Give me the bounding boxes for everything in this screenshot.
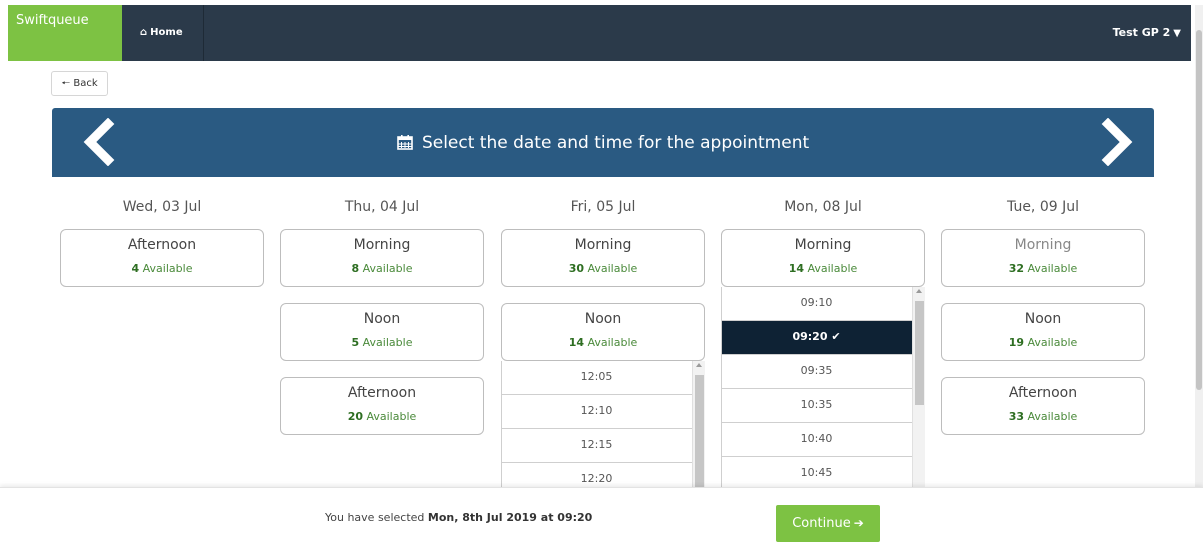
slot-noon[interactable]: Noon 19 Available <box>941 303 1145 361</box>
time-option[interactable]: 12:05 <box>502 361 705 395</box>
page-scrollbar-thumb[interactable] <box>1196 30 1202 390</box>
selection-summary: You have selected Mon, 8th Jul 2019 at 0… <box>325 511 592 524</box>
day-column: Thu, 04 Jul Morning 8 Available Noon 5 A… <box>280 177 484 435</box>
chevron-down-icon: ▼ <box>1173 28 1181 39</box>
scroll-up-arrow-icon[interactable] <box>696 363 702 367</box>
top-navbar: Swiftqueue ⌂ Home Test GP 2 ▼ <box>8 5 1191 61</box>
time-option[interactable]: 12:20 <box>502 463 705 487</box>
slot-name: Morning <box>353 237 411 253</box>
slot-name: Morning <box>574 237 632 253</box>
panel-title-text: Select the date and time for the appoint… <box>421 133 810 153</box>
brand-logo[interactable]: Swiftqueue <box>8 5 122 61</box>
slot-name: Afternoon <box>1008 385 1078 401</box>
home-link[interactable]: ⌂ Home <box>122 5 204 61</box>
chevron-right-icon <box>1101 117 1133 167</box>
slot-availability: 19 Available <box>1008 336 1078 349</box>
slot-name: Morning <box>1014 237 1072 253</box>
slot-noon[interactable]: Noon 5 Available <box>280 303 484 361</box>
slot-afternoon[interactable]: Afternoon 4 Available <box>60 229 264 287</box>
slot-morning[interactable]: Morning 8 Available <box>280 229 484 287</box>
time-list-scrollbar[interactable] <box>912 287 925 487</box>
arrow-left-icon: 🠔 <box>61 78 71 89</box>
time-option[interactable]: 10:40 <box>722 423 925 457</box>
continue-button[interactable]: Continue ➔ <box>776 505 880 542</box>
slot-availability: 14 Available <box>568 336 638 349</box>
slot-morning[interactable]: Morning 32 Available <box>941 229 1145 287</box>
time-list: 09:10 09:20 ✔ 09:35 10:35 10:40 10:45 <box>721 287 925 487</box>
time-option[interactable]: 12:10 <box>502 395 705 429</box>
check-icon: ✔ <box>831 330 841 343</box>
slot-name: Noon <box>1024 311 1062 327</box>
home-icon: ⌂ <box>140 27 148 38</box>
brand-name: Swiftqueue <box>16 13 89 28</box>
slot-name: Afternoon <box>127 237 197 253</box>
slot-morning[interactable]: Morning 14 Available <box>721 229 925 287</box>
panel-title: Select the date and time for the appoint… <box>52 108 1154 178</box>
slot-availability: 8 Available <box>351 262 413 275</box>
page: Swiftqueue ⌂ Home Test GP 2 ▼ 🠔 Back Selec… <box>0 0 1203 555</box>
back-label: Back <box>73 78 98 89</box>
day-column: Tue, 09 Jul Morning 32 Available Noon 19… <box>941 177 1145 435</box>
slot-afternoon[interactable]: Afternoon 20 Available <box>280 377 484 435</box>
time-list-scrollbar-thumb[interactable] <box>915 301 924 405</box>
scroll-up-arrow-icon[interactable] <box>916 289 922 293</box>
selection-prefix: You have selected <box>325 511 425 524</box>
arrow-right-icon: ➔ <box>853 516 864 530</box>
slot-availability: 14 Available <box>788 262 858 275</box>
time-list-scrollbar-thumb[interactable] <box>695 375 704 487</box>
slot-availability: 4 Available <box>131 262 193 275</box>
slot-availability: 5 Available <box>351 336 413 349</box>
day-column: Fri, 05 Jul Morning 30 Available Noon 14… <box>501 177 705 487</box>
day-column: Mon, 08 Jul Morning 14 Available 09:10 0… <box>721 177 925 487</box>
slot-afternoon[interactable]: Afternoon 33 Available <box>941 377 1145 435</box>
selection-footer: You have selected Mon, 8th Jul 2019 at 0… <box>0 487 1203 555</box>
slot-availability: 33 Available <box>1008 410 1078 423</box>
home-label: Home <box>150 27 183 38</box>
user-menu[interactable]: Test GP 2 ▼ <box>1113 5 1181 61</box>
calendar-icon <box>397 133 418 152</box>
back-button[interactable]: 🠔 Back <box>51 71 108 96</box>
time-option[interactable]: 09:35 <box>722 355 925 389</box>
selection-value: Mon, 8th Jul 2019 at 09:20 <box>427 511 593 524</box>
time-option[interactable]: 09:10 <box>722 287 925 321</box>
time-option[interactable]: 12:15 <box>502 429 705 463</box>
slot-name: Noon <box>584 311 622 327</box>
time-list: 12:05 12:10 12:15 12:20 <box>501 361 705 487</box>
slot-availability: 20 Available <box>347 410 417 423</box>
slot-availability: 32 Available <box>1008 262 1078 275</box>
slot-morning[interactable]: Morning 30 Available <box>501 229 705 287</box>
user-name: Test GP 2 <box>1112 26 1171 39</box>
time-option[interactable]: 10:35 <box>722 389 925 423</box>
time-option[interactable]: 10:45 <box>722 457 925 487</box>
page-scrollbar[interactable] <box>1195 5 1203 555</box>
panel-header: Select the date and time for the appoint… <box>52 108 1154 177</box>
continue-label: Continue <box>792 516 851 531</box>
slot-name: Morning <box>794 237 852 253</box>
slot-name: Afternoon <box>347 385 417 401</box>
day-column: Wed, 03 Jul Afternoon 4 Available <box>60 177 264 287</box>
slot-noon[interactable]: Noon 14 Available <box>501 303 705 361</box>
slot-name: Noon <box>363 311 401 327</box>
slot-availability: 30 Available <box>568 262 638 275</box>
time-list-scrollbar[interactable] <box>692 361 705 487</box>
next-dates-button[interactable] <box>1098 117 1138 167</box>
time-option-selected[interactable]: 09:20 ✔ <box>722 321 925 355</box>
